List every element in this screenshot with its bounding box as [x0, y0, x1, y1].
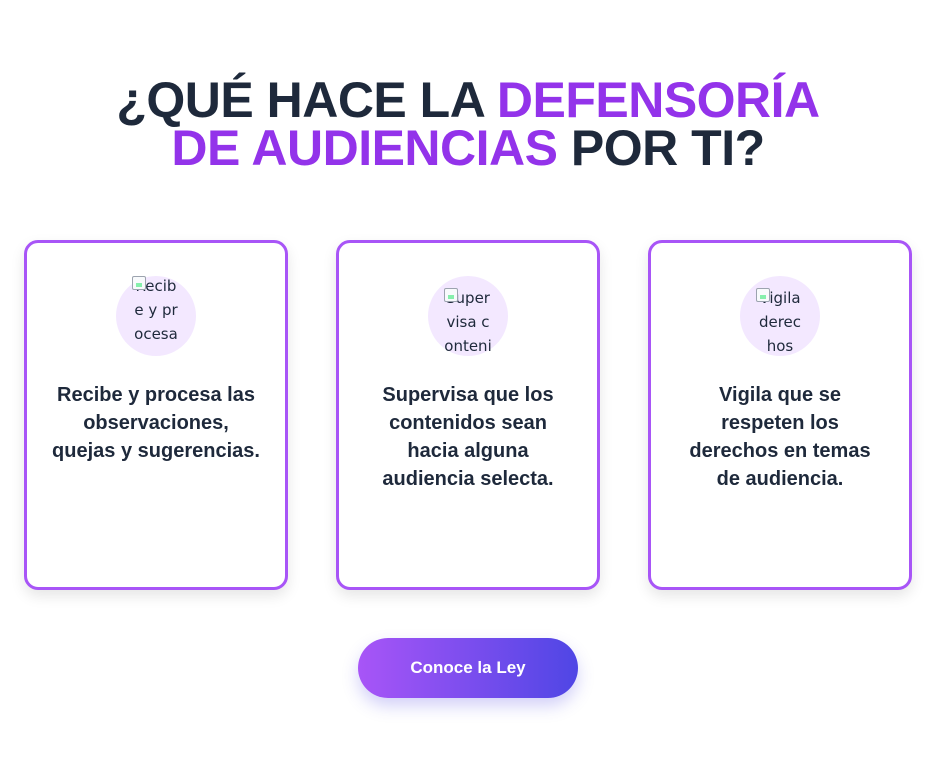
feature-card-vigila: Vigila derechos Vigila que se respeten l… [648, 240, 912, 590]
broken-image-icon: Recibe y procesa [132, 274, 180, 358]
title-accent-2: DE AUDIENCIAS [171, 120, 558, 176]
feature-card-supervisa: Supervisa contenidos Supervisa que los c… [336, 240, 600, 590]
section-title: ¿QUÉ HACE LA DEFENSORÍA DE AUDIENCIAS PO… [0, 75, 936, 173]
feature-card-recibe: Recibe y procesa Recibe y procesa las ob… [24, 240, 288, 590]
image-placeholder-icon [756, 288, 770, 302]
card-description: Supervisa que los contenidos sean hacia … [382, 384, 554, 490]
conoce-la-ley-button[interactable]: Conoce la Ley [358, 638, 578, 698]
card-description: Recibe y procesa las observaciones, quej… [52, 384, 260, 462]
broken-image-icon: Supervisa contenidos [444, 286, 492, 358]
card-description: Vigila que se respeten los derechos en t… [689, 384, 871, 490]
broken-image-icon: Vigila derechos [756, 286, 804, 358]
image-placeholder-icon [444, 288, 458, 302]
title-part-2: POR TI? [557, 120, 765, 176]
image-placeholder-icon [132, 276, 146, 290]
page: ¿QUÉ HACE LA DEFENSORÍA DE AUDIENCIAS PO… [0, 0, 936, 778]
